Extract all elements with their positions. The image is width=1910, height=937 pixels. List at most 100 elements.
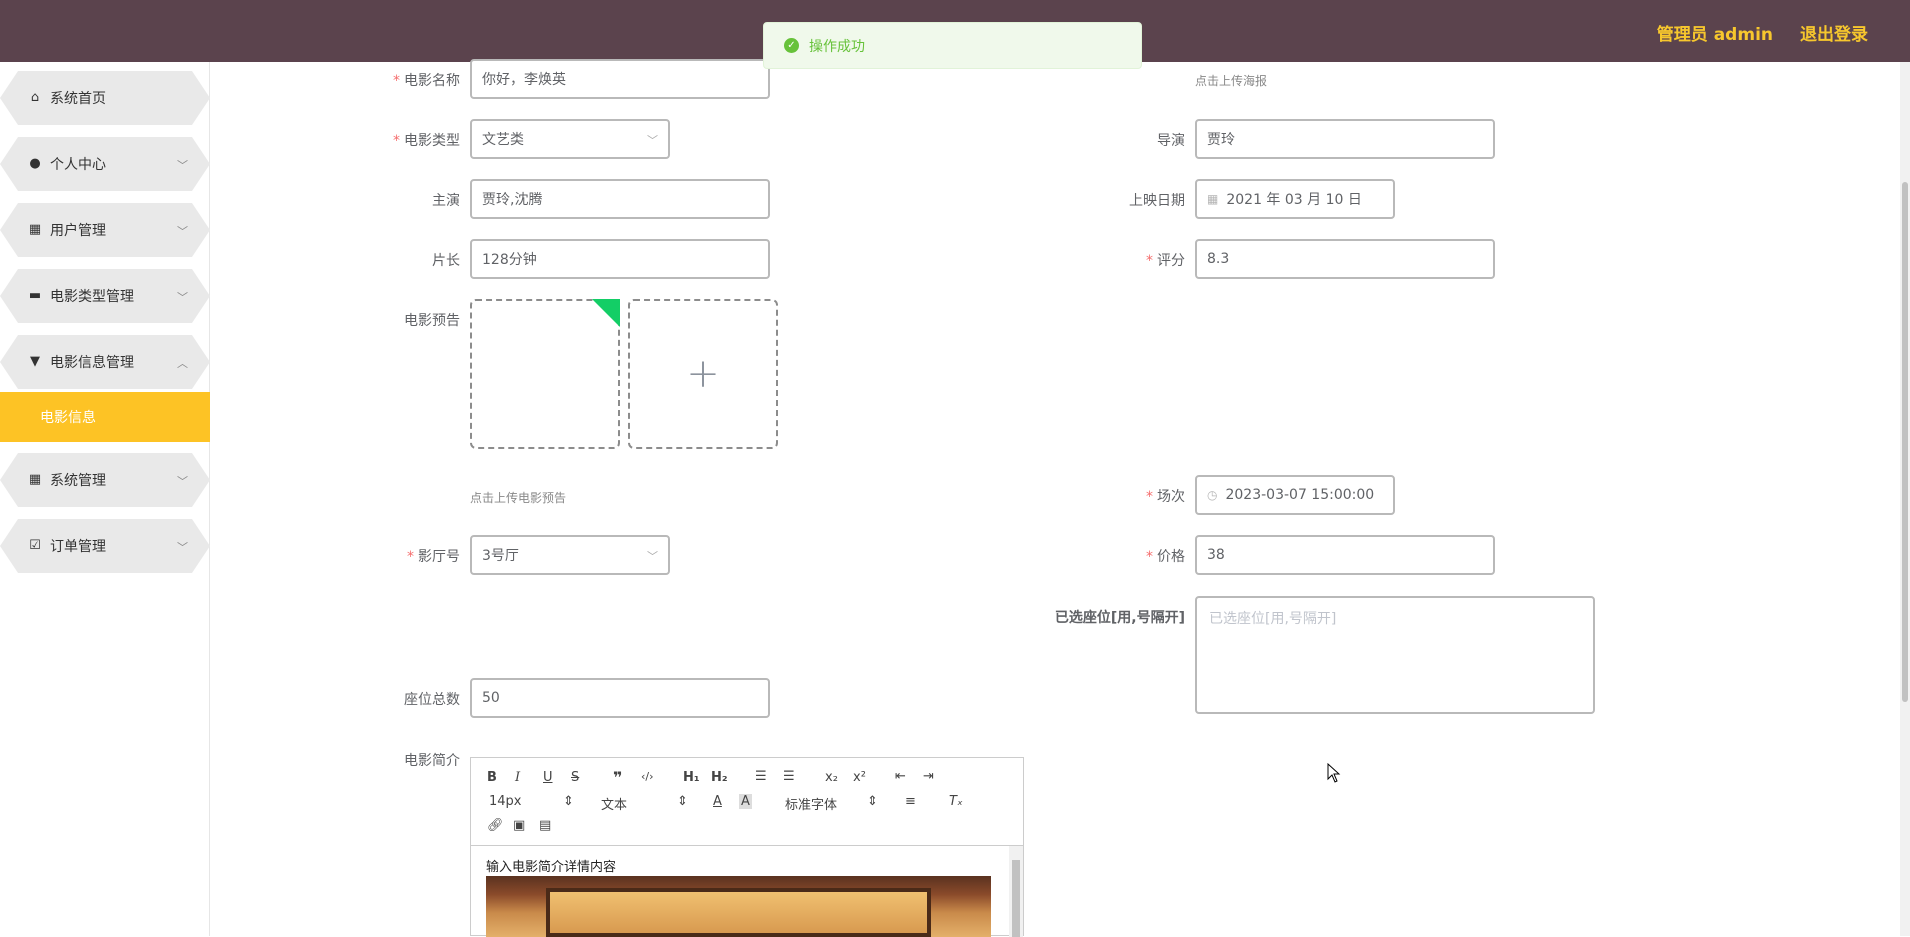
trailer-upload-button[interactable]: + [628,299,778,449]
subscript-icon[interactable]: x₂ [825,770,838,785]
selected-seats-label: 已选座位[用,号隔开] [1054,610,1185,626]
release-date-picker[interactable]: ▦ 2021 年 03 月 10 日 [1195,179,1395,219]
sidebar-item-movie-info[interactable]: ▼ 电影信息管理 ︿ [0,335,210,389]
strike-icon[interactable]: S [571,770,579,785]
sidebar-item-label: 订单管理 [50,539,106,555]
align-icon[interactable]: ≡ [905,794,916,809]
clear-format-icon[interactable]: Tₓ [949,794,963,809]
director-input[interactable]: 贾玲 [1195,119,1495,159]
plus-icon: + [686,351,720,397]
code-icon[interactable]: ‹/› [641,770,654,783]
sidebar-item-home[interactable]: ⌂ 系统首页 [0,71,210,125]
logout-button[interactable]: 退出登录 [1800,20,1868,45]
toast-message: 操作成功 [809,38,865,55]
updown-icon: ⇕ [563,794,574,809]
image-icon[interactable]: ▣ [513,818,525,833]
font-family-select[interactable]: 标准字体 [785,794,837,813]
trailer-label: 电影预告 [404,313,460,329]
type-label: 电影类型 [380,130,460,150]
indent-icon[interactable]: ⇥ [923,769,934,784]
sidebar: ⌂ 系统首页 ● 个人中心 ﹀ ▦ 用户管理 ﹀ ▬ 电影类型管理 ﹀ ▼ 电影… [0,62,210,936]
price-input[interactable]: 38 [1195,535,1495,575]
brush-icon: ▼ [30,354,40,369]
home-icon: ⌂ [30,90,40,105]
underline-icon[interactable]: U [543,770,553,785]
director-label: 导演 [1157,133,1185,149]
price-value: 38 [1207,547,1225,563]
duration-input[interactable]: 128分钟 [470,239,770,279]
ordered-list-icon[interactable]: ☰ [755,769,767,784]
title-value: 你好，李焕英 [482,72,566,88]
page-scrollbar-thumb[interactable] [1902,182,1908,702]
h1-icon[interactable]: H₁ [683,770,700,785]
link-icon[interactable]: 🔗︎ [487,818,504,833]
director-value: 贾玲 [1207,132,1235,148]
font-color-icon[interactable]: A [713,794,722,809]
user-icon: ● [29,156,41,171]
sidebar-subitem-movie-info[interactable]: 电影信息 [0,392,210,442]
type-select[interactable]: 文艺类 ﹀ [470,119,670,159]
hall-label: 影厅号 [380,546,460,566]
sidebar-item-label: 个人中心 [50,157,106,173]
sidebar-item-personal[interactable]: ● 个人中心 ﹀ [0,137,210,191]
showtime-picker[interactable]: ◷ 2023-03-07 15:00:00 [1195,475,1395,515]
chevron-down-icon: ﹀ [177,541,188,554]
rating-input[interactable]: 8.3 [1195,239,1495,279]
h2-icon[interactable]: H₂ [711,770,728,785]
updown-icon: ⇕ [677,794,688,809]
chevron-down-icon: ﹀ [177,475,188,488]
chevron-down-icon: ﹀ [177,159,188,172]
chevron-down-icon: ﹀ [177,291,188,304]
title-input[interactable]: 你好，李焕英 [470,59,770,99]
editor-scrollbar[interactable] [1009,846,1023,937]
chevron-down-icon: ﹀ [177,225,188,238]
superscript-icon[interactable]: x² [853,770,866,785]
italic-icon[interactable]: I [515,770,520,785]
editor-content[interactable]: 输入电影简介详情内容 [471,846,1023,937]
editor-scrollbar-thumb[interactable] [1012,860,1020,937]
success-toast: ✓ 操作成功 [763,22,1142,69]
sidebar-item-label: 系统管理 [50,473,106,489]
selected-seats-textarea[interactable]: 已选座位[用,号隔开] [1195,596,1595,714]
total-seats-label: 座位总数 [404,692,460,708]
editor-text: 输入电影简介详情内容 [486,860,617,875]
actors-label: 主演 [432,193,460,209]
admin-user-label: 管理员 admin [1656,25,1773,45]
intro-editor[interactable]: B I U S ❞ ‹/› H₁ H₂ ☰ ☰ x₂ x² ⇤ ⇥ 14px ⇕… [470,757,1024,937]
poster-upload-hint[interactable]: 点击上传海报 [1195,72,1267,89]
total-seats-input[interactable]: 50 [470,678,770,718]
page-scrollbar[interactable] [1900,62,1910,936]
grid-icon: ▦ [28,472,42,487]
hall-select[interactable]: 3号厅 ﹀ [470,535,670,575]
sidebar-item-movie-types[interactable]: ▬ 电影类型管理 ﹀ [0,269,210,323]
price-label: 价格 [1105,546,1185,566]
title-label: 电影名称 [380,70,460,90]
uploaded-corner-badge [592,299,620,327]
font-size-select[interactable]: 14px [489,794,522,809]
sidebar-item-system[interactable]: ▦ 系统管理 ﹀ [0,453,210,507]
sidebar-item-label: 系统首页 [50,91,106,107]
sidebar-item-orders[interactable]: ☑ 订单管理 ﹀ [0,519,210,573]
grid-icon: ▦ [28,222,42,237]
actors-input[interactable]: 贾玲,沈腾 [470,179,770,219]
bullet-list-icon[interactable]: ☰ [783,769,795,784]
rating-value: 8.3 [1207,251,1230,267]
sidebar-item-label: 电影类型管理 [50,289,134,305]
release-date-value: 2021 年 03 月 10 日 [1226,192,1362,208]
video-icon[interactable]: ▤ [539,818,551,833]
trailer-uploaded-item[interactable] [470,299,620,449]
chevron-down-icon: ﹀ [647,550,658,563]
sidebar-item-users[interactable]: ▦ 用户管理 ﹀ [0,203,210,257]
background-color-icon[interactable]: A [739,794,752,809]
trailer-upload-hint[interactable]: 点击上传电影预告 [470,489,566,506]
sidebar-item-label: 电影信息管理 [50,355,134,371]
block-select[interactable]: 文本 [601,794,627,813]
selected-seats-placeholder: 已选座位[用,号隔开] [1209,611,1337,627]
font-size-value: 14px [489,794,522,809]
outdent-icon[interactable]: ⇤ [895,769,906,784]
blockquote-icon[interactable]: ❞ [613,768,622,787]
bold-icon[interactable]: B [487,770,497,785]
mouse-cursor-icon [1327,763,1341,783]
intro-label: 电影简介 [404,753,460,769]
block-value: 文本 [601,798,628,813]
